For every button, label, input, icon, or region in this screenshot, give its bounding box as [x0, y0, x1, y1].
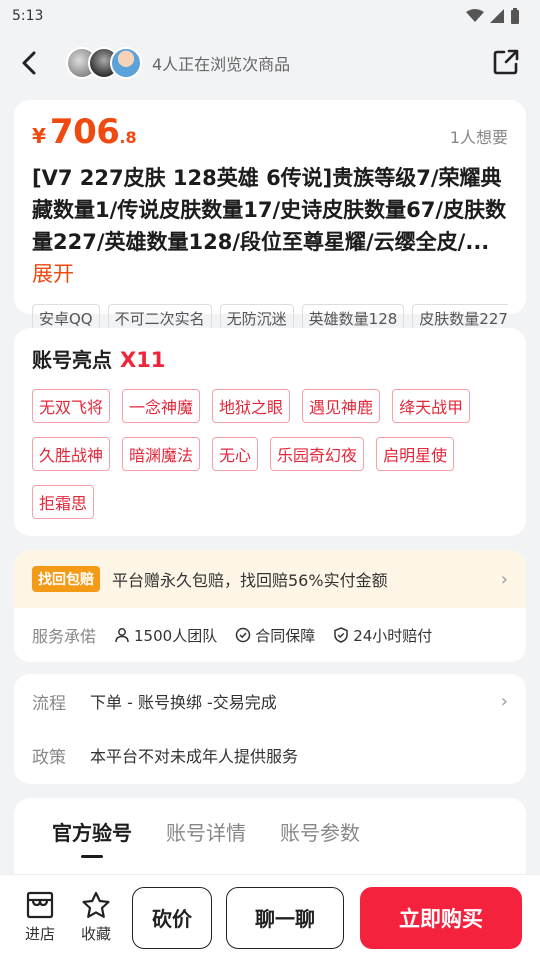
commitment-text: 24小时赔付 [353, 626, 433, 645]
top-nav: 4人正在浏览次商品 [0, 32, 540, 94]
product-title: [V7 227皮肤 128英雄 6传说]贵族等级7/荣耀典藏数量1/传说皮肤数量… [32, 162, 508, 290]
commitment-team: 1500人团队 [114, 625, 217, 646]
commitment-text: 1500人团队 [134, 626, 218, 645]
battery-icon [511, 8, 519, 24]
highlight-tag: 暗渊魔法 [122, 437, 201, 471]
tab-account-params[interactable]: 账号参数 [280, 817, 360, 846]
highlights-title-text: 账号亮点 [32, 348, 112, 372]
process-label: 流程 [32, 693, 66, 714]
process-value: 下单 - 账号换绑 -交易完成 [90, 693, 277, 712]
commitment-contract: 合同保障 [235, 625, 315, 646]
chevron-right-icon: › [500, 568, 508, 590]
avatar [110, 47, 142, 79]
guarantee-text: 平台赠永久包赔，找回赔56%实付金额 [112, 571, 388, 590]
service-card: 找回包赔 平台赠永久包赔，找回赔56%实付金额 › 服务承偌 1500人团队 合… [14, 550, 526, 662]
price-integer: 706 [49, 112, 120, 152]
highlight-tag: 绛天战甲 [392, 389, 471, 423]
policy-label: 政策 [32, 747, 66, 768]
guarantee-badge: 找回包赔 [32, 566, 100, 592]
browsing-count-text: 4人正在浏览次商品 [152, 55, 291, 74]
highlight-tag: 无心 [212, 437, 259, 471]
signal-icon [490, 9, 504, 23]
person-icon [115, 628, 129, 643]
chat-button[interactable]: 聊一聊 [226, 886, 344, 949]
highlight-tag: 久胜战神 [32, 437, 111, 471]
policy-value: 本平台不对未成年人提供服务 [90, 747, 299, 766]
highlights-title: 账号亮点 X11 [32, 344, 508, 373]
process-policy-card: 流程 下单 - 账号换绑 -交易完成 › 政策 本平台不对未成年人提供服务 [14, 674, 526, 784]
bottom-action-bar: 进店 收藏 砍价 聊一聊 立即购买 [0, 874, 540, 960]
shop-button[interactable]: 进店 [18, 891, 62, 944]
status-time: 5:13 [12, 8, 44, 24]
status-bar: 5:13 [0, 0, 540, 32]
check-badge-icon [235, 627, 251, 643]
chevron-right-icon: › [500, 690, 508, 712]
store-icon [26, 891, 54, 919]
commitment-payout: 24小时赔付 [333, 625, 432, 646]
highlight-tag: 遇见神鹿 [302, 389, 381, 423]
favorite-label: 收藏 [80, 925, 111, 943]
favorite-button[interactable]: 收藏 [74, 891, 118, 944]
service-commitments: 服务承偌 1500人团队 合同保障 24小时赔付 [14, 608, 526, 662]
chevron-left-icon [22, 51, 36, 75]
highlight-tag: 无双飞将 [32, 389, 111, 423]
price-currency: ¥ [32, 124, 46, 148]
process-row[interactable]: 流程 下单 - 账号换绑 -交易完成 › [32, 674, 508, 728]
status-icons [466, 8, 520, 24]
viewer-avatars [66, 47, 142, 79]
price-decimal: .8 [119, 128, 137, 147]
highlight-tag: 拒霜思 [32, 485, 95, 519]
highlight-tag: 一念神魔 [122, 389, 201, 423]
wants-count: 1人想要 [449, 128, 508, 147]
highlight-tag: 启明星使 [376, 437, 455, 471]
highlights-list: 无双飞将 一念神魔 地狱之眼 遇见神鹿 绛天战甲 久胜战神 暗渊魔法 无心 乐园… [32, 389, 508, 519]
detail-tabs: 官方验号 账号详情 账号参数 [52, 798, 488, 864]
product-title-text: [V7 227皮肤 128英雄 6传说]贵族等级7/荣耀典藏数量1/传说皮肤数量… [32, 166, 507, 254]
share-button[interactable] [492, 48, 520, 80]
shield-check-icon [334, 627, 348, 643]
price: ¥ 706 .8 [32, 112, 137, 152]
product-summary-card: ¥ 706 .8 1人想要 [V7 227皮肤 128英雄 6传说]贵族等级7/… [14, 100, 526, 333]
bargain-button[interactable]: 砍价 [132, 886, 212, 949]
buy-now-button[interactable]: 立即购买 [360, 886, 522, 949]
commitments-label: 服务承偌 [32, 627, 97, 646]
account-highlights-card: 账号亮点 X11 无双飞将 一念神魔 地狱之眼 遇见神鹿 绛天战甲 久胜战神 暗… [14, 328, 526, 536]
highlight-tag: 乐园奇幻夜 [270, 437, 365, 471]
tab-official-verification[interactable]: 官方验号 [52, 817, 132, 846]
highlights-count: X11 [120, 348, 166, 372]
star-icon [82, 891, 110, 918]
policy-row: 政策 本平台不对未成年人提供服务 [32, 728, 508, 782]
tab-account-details[interactable]: 账号详情 [166, 817, 246, 846]
commitment-text: 合同保障 [255, 626, 316, 645]
shop-label: 进店 [24, 925, 55, 943]
guarantee-row[interactable]: 找回包赔 平台赠永久包赔，找回赔56%实付金额 › [14, 550, 526, 608]
expand-link[interactable]: 展开 [32, 262, 74, 286]
share-icon [493, 49, 519, 75]
back-button[interactable] [22, 51, 46, 75]
highlight-tag: 地狱之眼 [212, 389, 291, 423]
wifi-icon [466, 9, 484, 22]
